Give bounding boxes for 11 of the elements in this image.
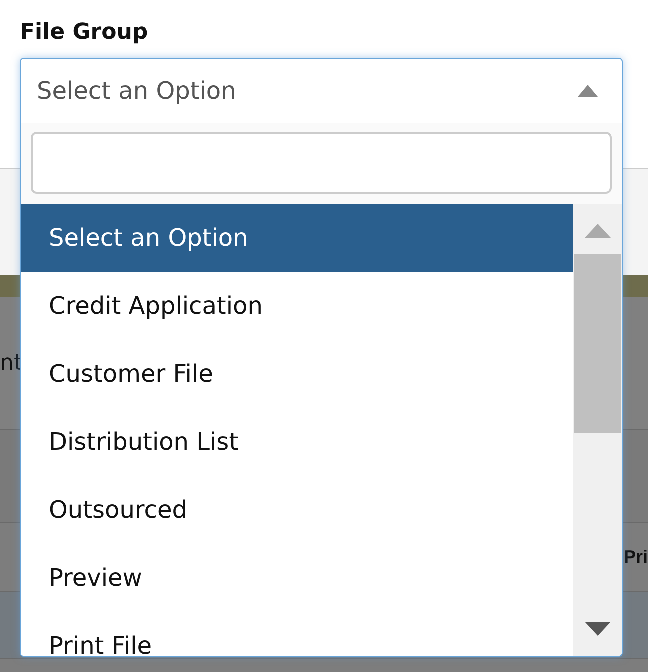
option-item[interactable]: Print File — [21, 612, 573, 656]
scroll-down-icon[interactable] — [584, 622, 610, 636]
option-item[interactable]: Select an Option — [21, 204, 573, 272]
caret-icon — [578, 85, 598, 97]
select-value: Select an Option — [37, 77, 236, 105]
field-label: File Group — [20, 20, 148, 45]
column-header: Pri — [624, 546, 648, 568]
scrollbar-thumb[interactable] — [574, 254, 621, 433]
search-field[interactable] — [31, 132, 612, 194]
select-dropdown[interactable]: Select an Option Select an Option Credit Application Customer File Distribution List Outsourced Preview Print File — [20, 58, 623, 657]
scroll-up-icon[interactable] — [584, 224, 610, 238]
